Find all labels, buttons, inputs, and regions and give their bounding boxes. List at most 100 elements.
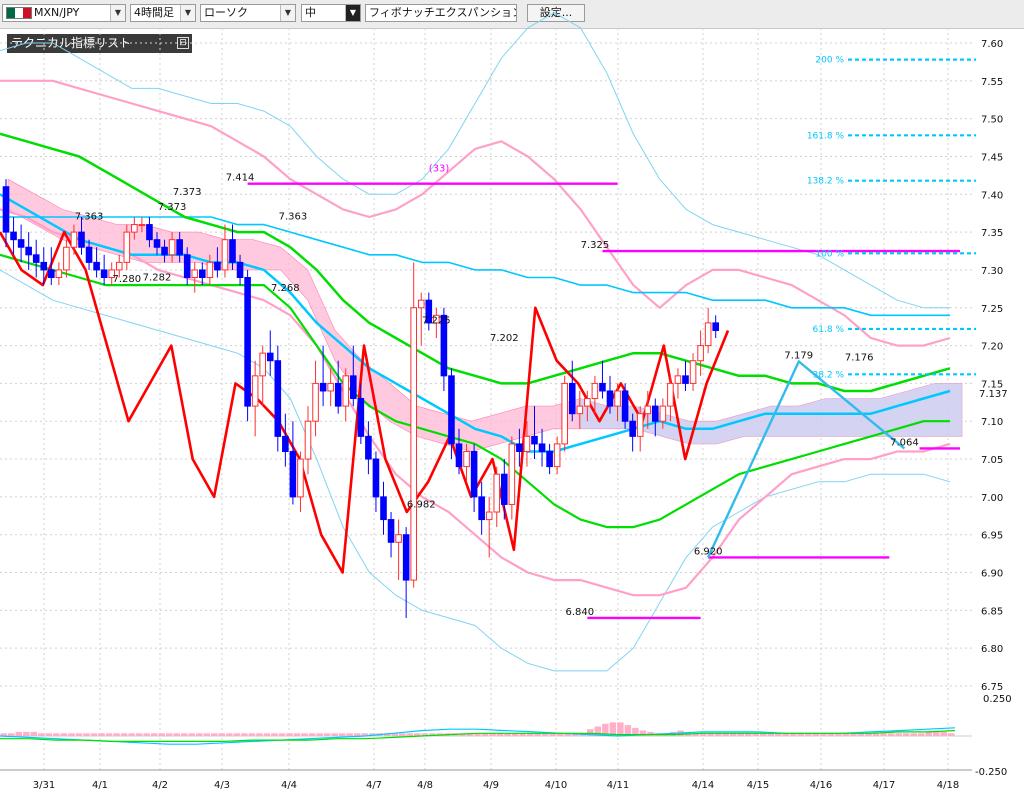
histogram-bar — [173, 733, 180, 736]
candle-up — [508, 443, 516, 505]
x-tick-label: 4/9 — [483, 780, 499, 791]
x-tick-label: 4/15 — [747, 780, 769, 791]
candle-down — [372, 458, 380, 498]
candle-down — [161, 246, 168, 256]
candle-up — [63, 246, 70, 271]
histogram-bar — [135, 733, 143, 736]
candle-up — [584, 398, 591, 407]
candle-down — [652, 405, 659, 422]
candle-down — [387, 519, 395, 543]
candle-up — [55, 269, 63, 279]
histogram-bar — [113, 733, 120, 736]
candle-up — [659, 405, 667, 422]
candle-down — [606, 390, 614, 407]
candle-up — [191, 269, 199, 279]
histogram-bar — [895, 733, 902, 736]
candle-down — [32, 254, 40, 263]
candle-down — [470, 450, 478, 498]
candle-up — [644, 405, 652, 415]
candle-down — [682, 375, 689, 384]
candle-up — [138, 224, 146, 227]
candle-up — [636, 413, 644, 437]
candle-down — [448, 375, 455, 445]
histogram-bar — [158, 733, 165, 736]
candle-down — [478, 496, 485, 521]
histogram-bar — [15, 731, 23, 736]
histogram-bar — [8, 733, 15, 736]
histogram-bar — [271, 733, 278, 736]
candle-up — [304, 420, 312, 460]
histogram-bar — [617, 722, 624, 736]
y-tick-label: 7.55 — [981, 77, 1003, 88]
candle-down — [599, 382, 606, 392]
histogram-bar — [165, 733, 173, 736]
histogram-bar — [180, 733, 188, 736]
x-tick-label: 4/11 — [607, 780, 629, 791]
candle-up — [591, 382, 599, 400]
candle-down — [402, 534, 410, 581]
y-tick-label: 7.10 — [981, 417, 1003, 428]
y-tick-label: 7.20 — [981, 342, 1003, 353]
candle-up — [614, 390, 621, 407]
histogram-bar — [308, 733, 316, 736]
price-label: 7.363 — [279, 211, 308, 222]
candle-down — [365, 435, 372, 460]
price-label: 7.414 — [226, 173, 255, 184]
candle-down — [176, 239, 183, 256]
candle-up — [561, 382, 569, 445]
candle-down — [48, 269, 55, 279]
x-tick-label: 4/2 — [152, 780, 168, 791]
x-tick-label: 4/7 — [366, 780, 382, 791]
candle-up — [70, 231, 78, 248]
candle-down — [214, 261, 221, 271]
histogram-bar — [346, 733, 353, 736]
candle-up — [689, 360, 697, 384]
candle-down — [621, 390, 629, 422]
candle-up — [493, 473, 501, 513]
histogram-bar — [188, 733, 196, 736]
candle-up — [395, 534, 402, 543]
histogram-bar — [196, 733, 203, 736]
x-tick-label: 4/10 — [545, 780, 567, 791]
histogram-bar — [218, 733, 226, 736]
histogram-bar — [406, 733, 414, 736]
x-tick-label: 4/14 — [692, 780, 714, 791]
candle-down — [350, 375, 357, 400]
candle-down — [455, 443, 463, 468]
histogram-bar — [226, 733, 233, 736]
price-label: 7.373 — [173, 187, 202, 198]
candle-up — [251, 375, 259, 407]
y-tick-label: 7.05 — [981, 455, 1003, 466]
candle-up — [523, 435, 531, 452]
candle-up — [485, 511, 493, 521]
candle-up — [704, 322, 712, 347]
candle-down — [319, 382, 327, 392]
y-tick-label: 7.30 — [981, 266, 1003, 277]
histogram-bar — [353, 733, 361, 736]
candle-down — [236, 261, 244, 279]
candle-up — [327, 382, 334, 392]
annotation-label: (33) — [429, 164, 450, 175]
histogram-bar — [293, 733, 301, 736]
y-tick-label: 6.95 — [981, 531, 1003, 542]
histogram-bar — [323, 733, 331, 736]
price-chart[interactable]: (33) 200 %161.8 %138.2 %100 %61.8 %38.2 … — [0, 0, 1024, 792]
candle-down — [25, 246, 32, 256]
candle-down — [2, 186, 10, 233]
histogram-bar — [932, 731, 940, 736]
x-axis: 3/31 4/1 4/2 4/3 4/4 4/7 4/8 4/9 4/10 4/11 4/14 4/1… — [0, 769, 972, 791]
histogram-bar — [887, 733, 895, 736]
histogram-bar — [910, 733, 917, 736]
y-tick-label: 7.00 — [981, 493, 1003, 504]
histogram-bar — [68, 733, 75, 736]
price-label: 7.280 — [112, 274, 141, 285]
candle-up — [417, 299, 425, 309]
osc-tick-label: 0.250 — [983, 694, 1012, 705]
y-tick-label: 7.50 — [981, 115, 1003, 126]
candle-down — [334, 382, 342, 407]
price-label: 7.064 — [890, 437, 919, 448]
price-label: 7.268 — [271, 283, 300, 294]
x-tick-label: 4/16 — [810, 780, 832, 791]
candle-down — [229, 239, 236, 263]
histogram-bar — [338, 733, 346, 736]
